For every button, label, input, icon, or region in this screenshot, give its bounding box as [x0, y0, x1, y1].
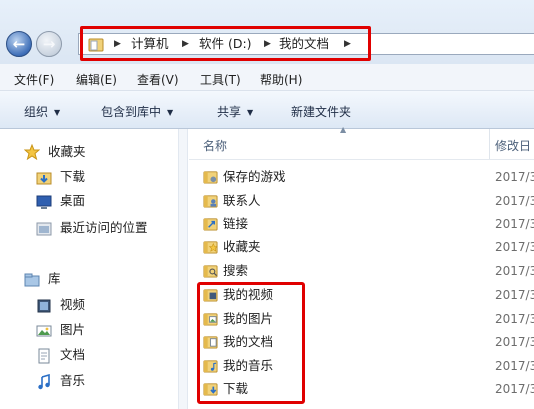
searches-folder-icon [203, 265, 218, 278]
document-icon [38, 348, 50, 364]
menu-view[interactable]: 查看(V) [137, 71, 179, 88]
nav-desktop-label: 桌面 [60, 193, 86, 208]
organize-label: 组织 [24, 105, 49, 119]
column-date-modified[interactable]: 修改日 [495, 137, 531, 154]
file-name: 联系人 [223, 193, 261, 208]
recent-places-icon [36, 222, 52, 236]
file-name: 链接 [223, 216, 249, 231]
new-folder-button[interactable]: 新建文件夹 [291, 103, 351, 120]
include-in-library-button[interactable]: 包含到库中 ▼ [101, 103, 173, 120]
menu-tools[interactable]: 工具(T) [200, 71, 241, 88]
nav-videos-label: 视频 [60, 297, 86, 312]
nav-recent-label: 最近访问的位置 [60, 220, 148, 235]
file-date-modified: 2017/3 [495, 217, 534, 231]
address-highlight-box [80, 26, 371, 61]
file-date-modified: 2017/3 [495, 170, 534, 184]
desktop-icon [36, 195, 52, 209]
file-date-modified: 2017/3 [495, 264, 534, 278]
file-date-modified: 2017/3 [495, 288, 534, 302]
file-date-modified: 2017/3 [495, 312, 534, 326]
dropdown-icon: ▼ [167, 108, 174, 117]
column-divider[interactable] [489, 129, 490, 159]
file-date-modified: 2017/3 [495, 335, 534, 349]
music-icon [38, 374, 50, 390]
navigation-pane [0, 129, 178, 409]
back-button[interactable]: ← [6, 31, 32, 57]
file-date-modified: 2017/3 [495, 359, 534, 373]
library-icon [24, 273, 40, 287]
file-date-modified: 2017/3 [495, 240, 534, 254]
arrow-left-icon: ← [12, 35, 26, 53]
menu-help[interactable]: 帮助(H) [260, 71, 302, 88]
sort-ascending-icon: ▲ [340, 125, 347, 134]
file-date-modified: 2017/3 [495, 194, 534, 208]
file-name: 收藏夹 [223, 239, 261, 254]
column-name[interactable]: 名称 [203, 137, 227, 154]
share-button[interactable]: 共享 ▼ [217, 103, 253, 120]
file-name: 保存的游戏 [223, 169, 286, 184]
share-label: 共享 [217, 105, 242, 119]
dropdown-icon: ▼ [247, 108, 254, 117]
nav-documents-label: 文档 [60, 347, 86, 362]
arrow-right-icon: → [42, 35, 56, 53]
saved-games-folder-icon [203, 171, 218, 184]
video-icon [37, 299, 51, 313]
nav-pictures-label: 图片 [60, 322, 86, 337]
star-icon [24, 144, 40, 160]
nav-favorites-label: 收藏夹 [48, 144, 86, 159]
include-label: 包含到库中 [101, 105, 162, 119]
command-bar [0, 91, 534, 129]
pane-splitter[interactable] [178, 129, 188, 409]
organize-button[interactable]: 组织 ▼ [24, 103, 60, 120]
forward-button[interactable]: → [36, 31, 62, 57]
column-header-row [189, 129, 534, 160]
menu-edit[interactable]: 编辑(E) [76, 71, 117, 88]
nav-libraries-label: 库 [48, 271, 61, 286]
contacts-folder-icon [203, 195, 218, 208]
picture-icon [36, 325, 52, 337]
downloads-folder-icon [36, 172, 52, 185]
dropdown-icon: ▼ [54, 108, 61, 117]
links-folder-icon [203, 218, 218, 231]
nav-downloads-label: 下载 [60, 169, 86, 184]
file-name: 搜索 [223, 263, 249, 278]
library-folders-highlight-box [197, 282, 305, 404]
file-date-modified: 2017/3 [495, 382, 534, 396]
favorites-folder-icon [203, 241, 218, 254]
menu-file[interactable]: 文件(F) [14, 71, 54, 88]
nav-music-label: 音乐 [60, 373, 86, 388]
